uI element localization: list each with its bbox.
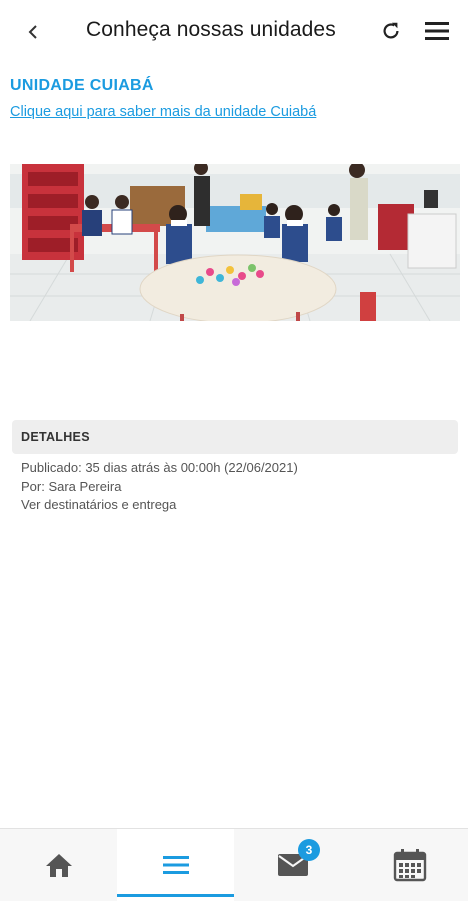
chevron-left-icon xyxy=(28,25,37,39)
classroom-illustration xyxy=(10,164,460,321)
nav-messages[interactable] xyxy=(234,829,351,901)
bottom-navigation: 3 xyxy=(0,828,468,901)
details-title: DETALHES xyxy=(21,430,90,444)
list-icon xyxy=(162,856,189,874)
menu-button[interactable] xyxy=(421,16,453,46)
unit-info-link[interactable]: Clique aqui para saber mais da unidade C… xyxy=(10,104,316,120)
page-title: Conheça nossas unidades xyxy=(86,18,336,41)
app-bar: Conheça nossas unidades xyxy=(0,0,468,64)
refresh-icon xyxy=(383,22,399,39)
nav-calendar[interactable] xyxy=(351,829,468,901)
unit-title: UNIDADE CUIABÁ xyxy=(10,77,154,94)
details-header: DETALHES xyxy=(12,420,458,454)
recipients-link[interactable]: Ver destinatários e entrega xyxy=(21,497,176,512)
classroom-photo[interactable] xyxy=(10,164,460,321)
refresh-button[interactable] xyxy=(376,16,406,46)
home-icon xyxy=(45,854,72,877)
nav-home[interactable] xyxy=(0,829,117,901)
hamburger-menu-icon xyxy=(425,22,449,40)
nav-menu[interactable] xyxy=(117,829,234,901)
back-button[interactable] xyxy=(20,18,48,46)
author-info: Por: Sara Pereira xyxy=(21,479,122,494)
calendar-icon xyxy=(393,849,426,882)
published-info: Publicado: 35 dias atrás às 00:00h (22/0… xyxy=(21,460,298,475)
messages-badge: 3 xyxy=(298,839,320,861)
